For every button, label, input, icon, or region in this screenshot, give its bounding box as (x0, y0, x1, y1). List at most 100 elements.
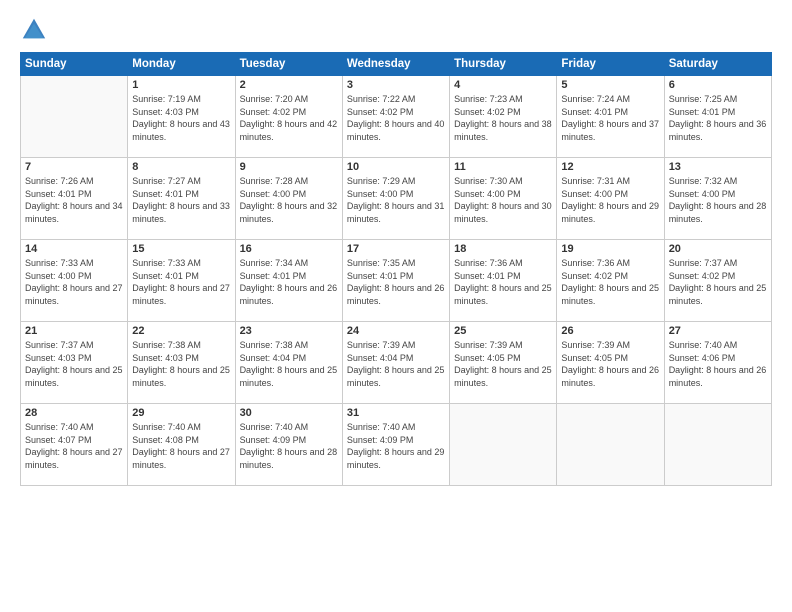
calendar-cell: 18Sunrise: 7:36 AMSunset: 4:01 PMDayligh… (450, 240, 557, 322)
day-info: Sunrise: 7:34 AMSunset: 4:01 PMDaylight:… (240, 257, 338, 307)
day-number: 29 (132, 407, 230, 419)
day-number: 31 (347, 407, 445, 419)
header-row: SundayMondayTuesdayWednesdayThursdayFrid… (21, 53, 772, 76)
calendar-cell: 29 Sunrise: 7:40 AMSunset: 4:08 PMDayligh… (128, 404, 235, 486)
day-info: Sunrise: 7:39 AMSunset: 4:05 PMDaylight:… (454, 339, 552, 389)
calendar-cell: 1Sunrise: 7:19 AMSunset: 4:03 PMDaylight… (128, 76, 235, 158)
day-info: Sunrise: 7:39 AMSunset: 4:05 PMDaylight:… (561, 339, 659, 389)
day-number: 8 (132, 161, 230, 173)
calendar-cell: 19Sunrise: 7:36 AMSunset: 4:02 PMDayligh… (557, 240, 664, 322)
day-number: 12 (561, 161, 659, 173)
day-number: 24 (347, 325, 445, 337)
day-number: 9 (240, 161, 338, 173)
day-info: Sunrise: 7:40 AMSunset: 4:08 PMDaylight:… (132, 421, 230, 471)
day-info: Sunrise: 7:30 AMSunset: 4:00 PMDaylight:… (454, 175, 552, 225)
calendar-cell: 26Sunrise: 7:39 AMSunset: 4:05 PMDayligh… (557, 322, 664, 404)
logo-icon (20, 16, 48, 44)
day-number: 10 (347, 161, 445, 173)
calendar-cell: 11 Sunrise: 7:30 AMSunset: 4:00 PMDayligh… (450, 158, 557, 240)
col-header-thursday: Thursday (450, 53, 557, 76)
day-number: 11 (454, 161, 552, 173)
week-row-0: 1Sunrise: 7:19 AMSunset: 4:03 PMDaylight… (21, 76, 772, 158)
day-info: Sunrise: 7:22 AMSunset: 4:02 PMDaylight:… (347, 93, 445, 143)
calendar-cell: 31 Sunrise: 7:40 AMSunset: 4:09 PMDayligh… (342, 404, 449, 486)
day-info: Sunrise: 7:33 AMSunset: 4:01 PMDaylight:… (132, 257, 230, 307)
calendar-table: SundayMondayTuesdayWednesdayThursdayFrid… (20, 52, 772, 486)
page: SundayMondayTuesdayWednesdayThursdayFrid… (0, 0, 792, 612)
day-number: 25 (454, 325, 552, 337)
calendar-cell (450, 404, 557, 486)
calendar-cell: 21Sunrise: 7:37 AMSunset: 4:03 PMDayligh… (21, 322, 128, 404)
week-row-2: 14 Sunrise: 7:33 AMSunset: 4:00 PMDayligh… (21, 240, 772, 322)
col-header-friday: Friday (557, 53, 664, 76)
calendar-cell: 13 Sunrise: 7:32 AMSunset: 4:00 PMDayligh… (664, 158, 771, 240)
day-number: 20 (669, 243, 767, 255)
week-row-1: 7 Sunrise: 7:26 AMSunset: 4:01 PMDaylight… (21, 158, 772, 240)
calendar-cell: 25 Sunrise: 7:39 AMSunset: 4:05 PMDayligh… (450, 322, 557, 404)
day-number: 30 (240, 407, 338, 419)
calendar-cell: 5 Sunrise: 7:24 AMSunset: 4:01 PMDaylight… (557, 76, 664, 158)
calendar-cell: 4Sunrise: 7:23 AMSunset: 4:02 PMDaylight… (450, 76, 557, 158)
calendar-cell: 15 Sunrise: 7:33 AMSunset: 4:01 PMDayligh… (128, 240, 235, 322)
col-header-tuesday: Tuesday (235, 53, 342, 76)
col-header-wednesday: Wednesday (342, 53, 449, 76)
day-info: Sunrise: 7:27 AMSunset: 4:01 PMDaylight:… (132, 175, 230, 225)
calendar-cell: 12Sunrise: 7:31 AMSunset: 4:00 PMDayligh… (557, 158, 664, 240)
calendar-cell: 30 Sunrise: 7:40 AMSunset: 4:09 PMDayligh… (235, 404, 342, 486)
header (20, 16, 772, 44)
day-info: Sunrise: 7:24 AMSunset: 4:01 PMDaylight:… (561, 93, 659, 143)
day-info: Sunrise: 7:37 AMSunset: 4:03 PMDaylight:… (25, 339, 123, 389)
day-number: 1 (132, 79, 230, 91)
calendar-cell: 27Sunrise: 7:40 AMSunset: 4:06 PMDayligh… (664, 322, 771, 404)
day-number: 14 (25, 243, 123, 255)
day-info: Sunrise: 7:25 AMSunset: 4:01 PMDaylight:… (669, 93, 767, 143)
day-info: Sunrise: 7:40 AMSunset: 4:07 PMDaylight:… (25, 421, 123, 471)
day-number: 15 (132, 243, 230, 255)
calendar-cell: 28 Sunrise: 7:40 AMSunset: 4:07 PMDayligh… (21, 404, 128, 486)
day-number: 3 (347, 79, 445, 91)
day-info: Sunrise: 7:26 AMSunset: 4:01 PMDaylight:… (25, 175, 123, 225)
week-row-3: 21Sunrise: 7:37 AMSunset: 4:03 PMDayligh… (21, 322, 772, 404)
day-info: Sunrise: 7:40 AMSunset: 4:09 PMDaylight:… (240, 421, 338, 471)
calendar-cell: 2Sunrise: 7:20 AMSunset: 4:02 PMDaylight… (235, 76, 342, 158)
day-number: 7 (25, 161, 123, 173)
day-info: Sunrise: 7:36 AMSunset: 4:01 PMDaylight:… (454, 257, 552, 307)
day-info: Sunrise: 7:40 AMSunset: 4:06 PMDaylight:… (669, 339, 767, 389)
calendar-cell: 17Sunrise: 7:35 AMSunset: 4:01 PMDayligh… (342, 240, 449, 322)
calendar-cell: 8 Sunrise: 7:27 AMSunset: 4:01 PMDaylight… (128, 158, 235, 240)
calendar-cell: 24 Sunrise: 7:39 AMSunset: 4:04 PMDayligh… (342, 322, 449, 404)
calendar-cell: 10 Sunrise: 7:29 AMSunset: 4:00 PMDayligh… (342, 158, 449, 240)
day-info: Sunrise: 7:28 AMSunset: 4:00 PMDaylight:… (240, 175, 338, 225)
calendar-cell (557, 404, 664, 486)
day-info: Sunrise: 7:38 AMSunset: 4:03 PMDaylight:… (132, 339, 230, 389)
col-header-saturday: Saturday (664, 53, 771, 76)
day-number: 5 (561, 79, 659, 91)
calendar-cell: 3 Sunrise: 7:22 AMSunset: 4:02 PMDaylight… (342, 76, 449, 158)
day-info: Sunrise: 7:29 AMSunset: 4:00 PMDaylight:… (347, 175, 445, 225)
day-info: Sunrise: 7:37 AMSunset: 4:02 PMDaylight:… (669, 257, 767, 307)
day-number: 6 (669, 79, 767, 91)
day-info: Sunrise: 7:39 AMSunset: 4:04 PMDaylight:… (347, 339, 445, 389)
calendar-cell: 16Sunrise: 7:34 AMSunset: 4:01 PMDayligh… (235, 240, 342, 322)
col-header-sunday: Sunday (21, 53, 128, 76)
day-number: 28 (25, 407, 123, 419)
calendar-cell: 9 Sunrise: 7:28 AMSunset: 4:00 PMDaylight… (235, 158, 342, 240)
day-number: 13 (669, 161, 767, 173)
day-info: Sunrise: 7:40 AMSunset: 4:09 PMDaylight:… (347, 421, 445, 471)
logo (20, 16, 52, 44)
week-row-4: 28 Sunrise: 7:40 AMSunset: 4:07 PMDayligh… (21, 404, 772, 486)
day-number: 23 (240, 325, 338, 337)
day-number: 2 (240, 79, 338, 91)
calendar-cell: 14 Sunrise: 7:33 AMSunset: 4:00 PMDayligh… (21, 240, 128, 322)
day-info: Sunrise: 7:36 AMSunset: 4:02 PMDaylight:… (561, 257, 659, 307)
calendar-cell: 22 Sunrise: 7:38 AMSunset: 4:03 PMDayligh… (128, 322, 235, 404)
calendar-cell: 20 Sunrise: 7:37 AMSunset: 4:02 PMDayligh… (664, 240, 771, 322)
day-info: Sunrise: 7:38 AMSunset: 4:04 PMDaylight:… (240, 339, 338, 389)
calendar-cell: 6 Sunrise: 7:25 AMSunset: 4:01 PMDaylight… (664, 76, 771, 158)
day-info: Sunrise: 7:32 AMSunset: 4:00 PMDaylight:… (669, 175, 767, 225)
day-number: 22 (132, 325, 230, 337)
calendar-cell: 7 Sunrise: 7:26 AMSunset: 4:01 PMDaylight… (21, 158, 128, 240)
calendar-cell (664, 404, 771, 486)
day-info: Sunrise: 7:33 AMSunset: 4:00 PMDaylight:… (25, 257, 123, 307)
day-info: Sunrise: 7:35 AMSunset: 4:01 PMDaylight:… (347, 257, 445, 307)
